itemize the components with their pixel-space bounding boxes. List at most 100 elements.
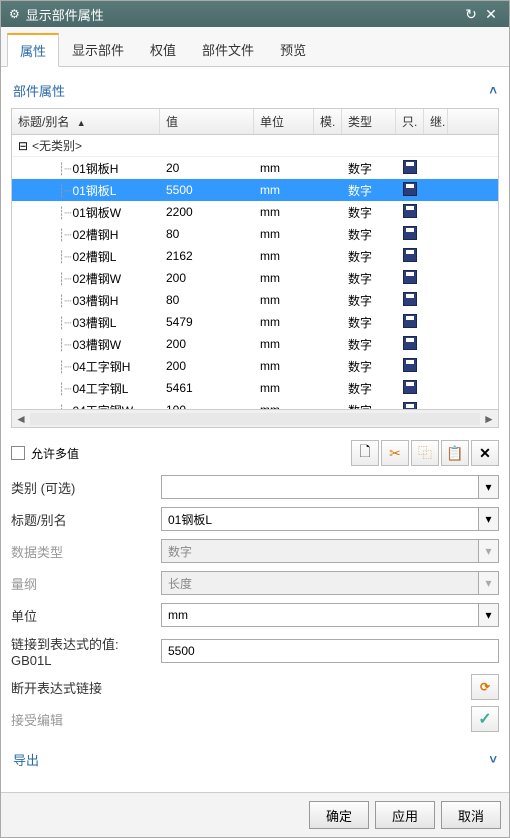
cell-unit: mm <box>254 315 314 329</box>
tab-part-file[interactable]: 部件文件 <box>189 33 267 66</box>
tab-attributes[interactable]: 属性 <box>7 33 59 67</box>
table-row[interactable]: ┊┈04工字钢W100mm数字 <box>12 399 498 409</box>
save-icon <box>403 358 417 372</box>
accept-edit-button[interactable]: ✓ <box>471 706 499 732</box>
cell-unit: mm <box>254 205 314 219</box>
cut-button[interactable]: ✂ <box>381 440 409 466</box>
title-input[interactable] <box>161 507 479 531</box>
cell-unit: mm <box>254 183 314 197</box>
export-section-title: 导出 <box>13 750 39 769</box>
cell-value: 200 <box>160 271 254 285</box>
table-row[interactable]: ┊┈02槽钢W200mm数字 <box>12 267 498 289</box>
scroll-left-icon[interactable]: ◄ <box>12 412 30 426</box>
cell-readonly <box>396 314 424 331</box>
cell-title: ┊┈01钢板W <box>12 204 160 221</box>
apply-button[interactable]: 应用 <box>375 801 435 829</box>
cell-unit: mm <box>254 293 314 307</box>
cell-type: 数字 <box>342 336 396 353</box>
col-readonly[interactable]: 只. <box>396 109 424 134</box>
section-title: 部件属性 <box>13 81 65 100</box>
cell-readonly <box>396 270 424 287</box>
ok-button[interactable]: 确定 <box>309 801 369 829</box>
cancel-button[interactable]: 取消 <box>441 801 501 829</box>
h-scrollbar[interactable]: ◄ ► <box>12 409 498 427</box>
cell-title: ┊┈01钢板L <box>12 182 160 199</box>
save-icon <box>403 380 417 394</box>
table-row[interactable]: ┊┈04工字钢H200mm数字 <box>12 355 498 377</box>
copy-button[interactable]: ⿻ <box>411 440 439 466</box>
save-icon <box>403 336 417 350</box>
section-header-attributes: 部件属性 ˄ <box>11 77 499 108</box>
attributes-grid: 标题/别名 ▲ 值 单位 模. 类型 只. 继. ⊟ <无类别> ┊┈01钢板H… <box>11 108 499 428</box>
new-doc-icon: 🗋 <box>359 441 370 465</box>
table-row[interactable]: ┊┈02槽钢H80mm数字 <box>12 223 498 245</box>
cell-title: ┊┈04工字钢L <box>12 380 160 397</box>
table-row[interactable]: ┊┈02槽钢L2162mm数字 <box>12 245 498 267</box>
close-button[interactable]: ✕ <box>481 6 501 23</box>
col-type[interactable]: 类型 <box>342 109 396 134</box>
save-icon <box>403 226 417 240</box>
save-icon <box>403 248 417 262</box>
cell-type: 数字 <box>342 380 396 397</box>
scroll-right-icon[interactable]: ► <box>480 412 498 426</box>
tab-preview[interactable]: 预览 <box>267 33 319 66</box>
tab-weight[interactable]: 权值 <box>137 33 189 66</box>
save-icon <box>403 182 417 196</box>
title-label: 标题/别名 <box>11 510 161 529</box>
cell-title: ┊┈01钢板H <box>12 160 160 177</box>
unit-dropdown-icon[interactable]: ▾ <box>479 603 499 627</box>
table-row[interactable]: ┊┈03槽钢L5479mm数字 <box>12 311 498 333</box>
allow-multi-checkbox[interactable] <box>11 446 25 460</box>
break-link-label: 断开表达式链接 <box>11 678 471 697</box>
title-dropdown-icon[interactable]: ▾ <box>479 507 499 531</box>
refresh-icon: ⟳ <box>480 680 490 694</box>
scroll-track[interactable] <box>30 413 480 425</box>
col-inherit[interactable]: 继. <box>424 109 448 134</box>
collapse-section-icon[interactable]: ˄ <box>489 83 497 98</box>
table-row[interactable]: ┊┈03槽钢W200mm数字 <box>12 333 498 355</box>
toolbar-row: 允许多值 🗋 ✂ ⿻ 📋 ✕ <box>11 440 499 466</box>
cell-unit: mm <box>254 227 314 241</box>
cell-readonly <box>396 248 424 265</box>
paste-button[interactable]: 📋 <box>441 440 469 466</box>
tree-collapse-icon[interactable]: ⊟ <box>18 139 32 153</box>
table-row[interactable]: ┊┈01钢板L5500mm数字 <box>12 179 498 201</box>
tree-root-row[interactable]: ⊟ <无类别> <box>12 135 498 157</box>
col-title[interactable]: 标题/别名 ▲ <box>12 109 160 134</box>
table-row[interactable]: ┊┈03槽钢H80mm数字 <box>12 289 498 311</box>
category-dropdown-icon[interactable]: ▾ <box>479 475 499 499</box>
cell-title: ┊┈04工字钢W <box>12 402 160 410</box>
delete-button[interactable]: ✕ <box>471 440 499 466</box>
accept-edit-label: 接受编辑 <box>11 710 471 729</box>
copy-icon: ⿻ <box>418 443 432 463</box>
datatype-input <box>161 539 479 563</box>
col-unit[interactable]: 单位 <box>254 109 314 134</box>
cell-unit: mm <box>254 271 314 285</box>
tab-show-parts[interactable]: 显示部件 <box>59 33 137 66</box>
table-row[interactable]: ┊┈04工字钢L5461mm数字 <box>12 377 498 399</box>
cell-type: 数字 <box>342 358 396 375</box>
grid-body[interactable]: ⊟ <无类别> ┊┈01钢板H20mm数字┊┈01钢板L5500mm数字┊┈01… <box>12 135 498 409</box>
col-value[interactable]: 值 <box>160 109 254 134</box>
linked-expr-input[interactable] <box>161 639 499 663</box>
expand-export-icon[interactable]: ˅ <box>489 752 497 767</box>
new-button[interactable]: 🗋 <box>351 440 379 466</box>
cell-value: 5479 <box>160 315 254 329</box>
linked-expr-label: 链接到表达式的值: GB01L <box>11 634 161 668</box>
cell-readonly <box>396 380 424 397</box>
category-input[interactable] <box>161 475 479 499</box>
cell-title: ┊┈02槽钢H <box>12 226 160 243</box>
cell-title: ┊┈02槽钢L <box>12 248 160 265</box>
cell-readonly <box>396 204 424 221</box>
table-row[interactable]: ┊┈01钢板W2200mm数字 <box>12 201 498 223</box>
cell-type: 数字 <box>342 314 396 331</box>
paste-icon: 📋 <box>446 445 463 462</box>
scissors-icon: ✂ <box>389 445 401 462</box>
cell-title: ┊┈04工字钢H <box>12 358 160 375</box>
reset-button[interactable]: ↻ <box>461 6 481 23</box>
cell-type: 数字 <box>342 160 396 177</box>
break-link-button[interactable]: ⟳ <box>471 674 499 700</box>
unit-input[interactable] <box>161 603 479 627</box>
table-row[interactable]: ┊┈01钢板H20mm数字 <box>12 157 498 179</box>
col-mod[interactable]: 模. <box>314 109 342 134</box>
